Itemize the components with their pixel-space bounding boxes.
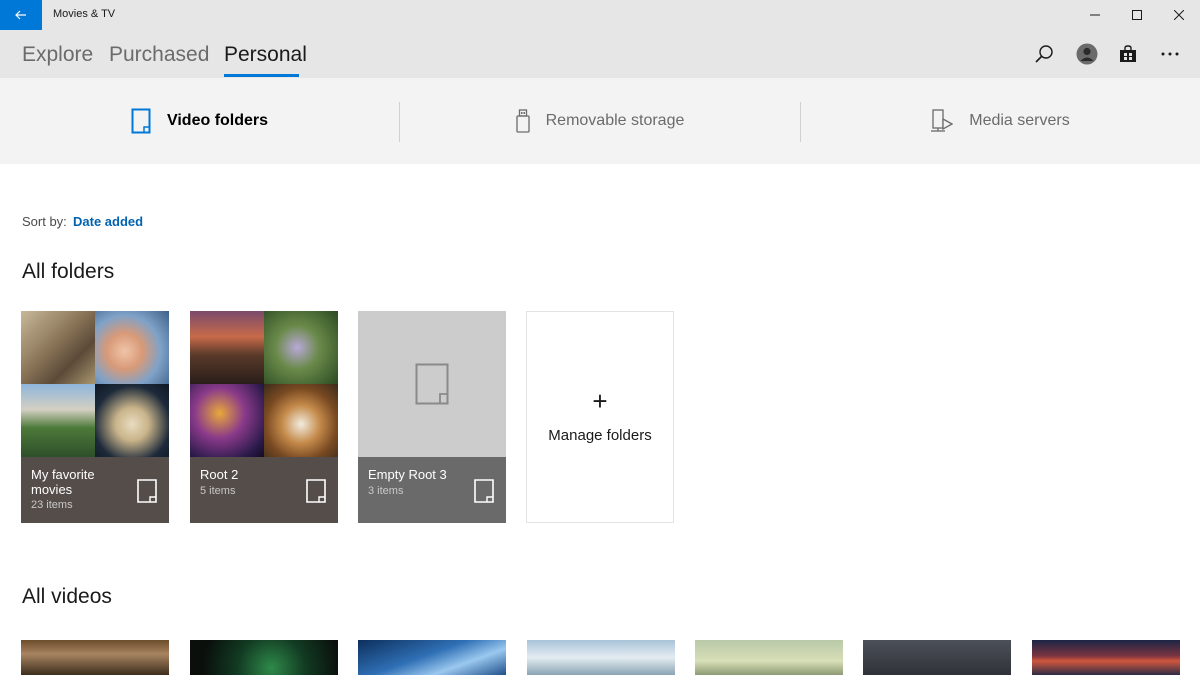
source-selector: Video folders Removable storage Media se…: [0, 78, 1200, 164]
media-server-icon: [931, 109, 954, 132]
folder-tile[interactable]: Root 2 5 items: [190, 311, 338, 523]
video-thumbnail[interactable]: [1032, 640, 1180, 675]
folder-tile[interactable]: My favorite movies 23 items: [21, 311, 169, 523]
app-title: Movies & TV: [53, 8, 116, 20]
add-icon: +: [592, 386, 608, 416]
active-tab-indicator: [224, 74, 299, 77]
video-thumbnail[interactable]: [527, 640, 675, 675]
thumbnail-flowers: [264, 311, 338, 384]
video-folder-icon: [131, 108, 151, 134]
folder-icon: [474, 479, 494, 503]
tab-purchased[interactable]: Purchased: [109, 43, 209, 67]
store-icon: [1120, 45, 1136, 62]
sort-dropdown[interactable]: Date added: [73, 214, 143, 229]
thumbnail-children: [95, 311, 169, 384]
folder-name: My favorite movies: [31, 467, 95, 497]
thumbnail-beagle: [264, 384, 338, 457]
source-media-servers[interactable]: Media servers: [801, 78, 1200, 164]
more-icon: [1161, 52, 1179, 56]
empty-folder-placeholder: [358, 311, 506, 457]
video-thumbnail[interactable]: [695, 640, 843, 675]
video-thumbnail[interactable]: [21, 640, 169, 675]
search-icon: [1035, 45, 1053, 63]
thumbnail-puppy: [95, 384, 169, 457]
back-arrow-icon: [15, 10, 26, 20]
more-button[interactable]: [1159, 43, 1181, 65]
folder-count: 23 items: [31, 499, 73, 511]
source-removable-storage[interactable]: Removable storage: [400, 78, 800, 164]
title-bar: Movies & TV: [0, 0, 1200, 30]
folder-thumbnail-mosaic: [21, 311, 169, 457]
source-video-folders[interactable]: Video folders: [0, 78, 399, 164]
source-label: Video folders: [166, 112, 269, 129]
thumbnail-party-lights: [190, 384, 264, 457]
account-icon: [1076, 43, 1098, 65]
thumbnail-street-night: [190, 311, 264, 384]
video-thumbnail[interactable]: [190, 640, 338, 675]
folder-icon: [137, 479, 157, 503]
folder-info: My favorite movies 23 items: [21, 457, 169, 523]
section-title-folders: All folders: [22, 260, 115, 283]
minimize-button[interactable]: [1072, 0, 1118, 30]
folder-count: 5 items: [200, 485, 236, 497]
folder-placeholder-icon: [415, 363, 449, 405]
folder-info: Root 2 5 items: [190, 457, 338, 523]
folder-tile[interactable]: Empty Root 3 3 items: [358, 311, 506, 523]
section-title-videos: All videos: [22, 585, 112, 608]
folder-name: Root 2: [200, 467, 239, 482]
app-header: Explore Purchased Personal: [0, 30, 1200, 78]
folder-count: 3 items: [368, 485, 404, 497]
close-button[interactable]: [1156, 0, 1200, 30]
sort-label: Sort by:: [22, 214, 67, 229]
close-icon: [1174, 10, 1184, 20]
tab-explore[interactable]: Explore: [22, 43, 93, 67]
maximize-icon: [1132, 10, 1142, 20]
store-button[interactable]: [1117, 43, 1139, 65]
minimize-icon: [1090, 14, 1100, 16]
folder-icon: [306, 479, 326, 503]
source-label: Media servers: [969, 112, 1070, 129]
video-thumbnail[interactable]: [358, 640, 506, 675]
account-button[interactable]: [1076, 43, 1098, 65]
folder-info: Empty Root 3 3 items: [358, 457, 506, 523]
manage-folders-button[interactable]: + Manage folders: [526, 311, 674, 523]
maximize-button[interactable]: [1114, 0, 1160, 30]
tab-personal[interactable]: Personal: [224, 43, 307, 67]
thumbnail-riverside-town: [21, 384, 95, 457]
folder-thumbnail-mosaic: [190, 311, 338, 457]
source-label: Removable storage: [545, 112, 685, 129]
usb-drive-icon: [515, 109, 530, 133]
thumbnail-living-room: [21, 311, 95, 384]
folder-name: Empty Root 3: [368, 467, 447, 482]
manage-folders-label: Manage folders: [548, 427, 652, 444]
video-thumbnail[interactable]: [863, 640, 1011, 675]
back-button[interactable]: [0, 0, 42, 30]
search-button[interactable]: [1033, 43, 1055, 65]
